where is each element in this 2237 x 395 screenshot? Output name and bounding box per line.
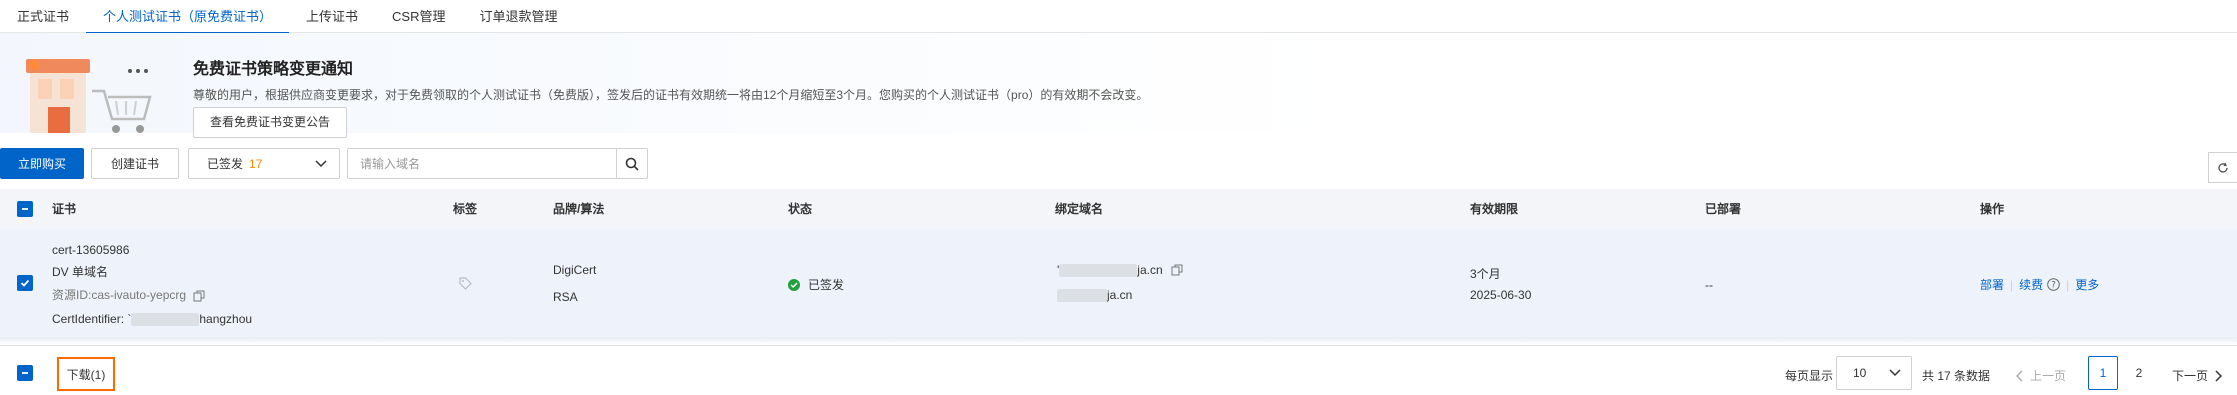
redacted-block [1059, 263, 1138, 277]
header-cert: 证书 [52, 202, 77, 216]
status-text: 已签发 [808, 278, 845, 292]
tab-personal-test-certs[interactable]: 个人测试证书（原免费证书） [86, 0, 290, 34]
more-link[interactable]: 更多 [2075, 276, 2099, 293]
search-button[interactable] [616, 149, 647, 178]
notice-text: 尊敬的用户，根据供应商变更要求，对于免费领取的个人测试证书（免费版），签发后的证… [193, 88, 1149, 102]
algorithm: RSA [553, 290, 578, 304]
select-all-checkbox[interactable] [17, 201, 33, 217]
brand: DigiCert [553, 263, 597, 277]
page-2-button[interactable]: 2 [2124, 356, 2154, 390]
table-header: 证书 标签 品牌/算法 状态 绑定域名 有效期限 已部署 操作 [0, 189, 2237, 229]
redacted-block [1057, 288, 1107, 302]
domain-search [347, 148, 648, 179]
minus-icon [22, 372, 28, 374]
status-filter-label: 已签发 [207, 157, 244, 171]
chevron-down-icon [1889, 369, 1901, 377]
view-notice-button[interactable]: 查看免费证书变更公告 [193, 107, 348, 138]
copy-icon[interactable] [193, 290, 205, 302]
header-validity: 有效期限 [1470, 202, 1519, 216]
resource-id: 资源ID:cas-ivauto-yepcrg [52, 288, 187, 302]
renew-link[interactable]: 续费 [2019, 276, 2043, 293]
success-icon [788, 278, 800, 291]
header-deployed: 已部署 [1705, 202, 1742, 216]
tab-upload-certs[interactable]: 上传证书 [289, 0, 375, 33]
tab-formal-certs[interactable]: 正式证书 [0, 0, 86, 33]
redacted-block [131, 313, 200, 327]
create-cert-button[interactable]: 创建证书 [91, 148, 179, 179]
header-brand: 品牌/算法 [553, 202, 605, 216]
page-size-label: 每页显示 [1785, 369, 1834, 383]
download-button[interactable]: 下载(1) [57, 357, 115, 391]
header-domain: 绑定域名 [1055, 202, 1104, 216]
table-row[interactable]: cert-13605986 DV 单域名 资源ID:cas-ivauto-yep… [0, 229, 2237, 337]
copy-icon[interactable] [1171, 264, 1183, 276]
buy-now-button[interactable]: 立即购买 [0, 148, 84, 179]
header-actions: 操作 [1980, 202, 2005, 216]
tab-csr-management[interactable]: CSR管理 [375, 0, 462, 33]
validity-period: 3个月 [1470, 267, 1501, 281]
cert-identifier-prefix: CertIdentifier: ` [52, 312, 132, 326]
next-page-button[interactable]: 下一页 [2172, 367, 2223, 384]
deployed-value: -- [1705, 278, 1713, 292]
page-size-value: 10 [1853, 366, 1867, 380]
cert-type: DV 单域名 [52, 265, 109, 279]
tab-bar: 正式证书 个人测试证书（原免费证书） 上传证书 CSR管理 订单退款管理 [0, 0, 2237, 34]
notice-title: 免费证书策略变更通知 [193, 61, 354, 78]
cert-identifier-suffix: hangzhou [199, 312, 253, 326]
footer-select-all-checkbox[interactable] [17, 365, 33, 381]
refresh-button[interactable] [2208, 152, 2237, 183]
minus-icon [22, 208, 28, 210]
chevron-down-icon [315, 159, 327, 167]
validity-date: 2025-06-30 [1470, 288, 1532, 302]
page-1-button[interactable]: 1 [2088, 356, 2118, 390]
tag-icon[interactable] [459, 277, 472, 290]
domain-suffix-2: ja.cn [1107, 288, 1133, 302]
total-count: 共 17 条数据 [1922, 369, 1991, 383]
deploy-link[interactable]: 部署 [1980, 276, 2004, 293]
cert-name: cert-13605986 [52, 243, 130, 257]
page-size-select[interactable]: 10 [1836, 356, 1912, 390]
prev-page-button[interactable]: 上一页 [2016, 367, 2066, 384]
check-icon [20, 279, 30, 287]
status-filter-select[interactable]: 已签发 17 [188, 148, 340, 179]
chevron-right-icon [2215, 369, 2223, 382]
search-icon [625, 157, 639, 171]
help-icon[interactable]: ? [2047, 278, 2060, 291]
chevron-left-icon [2016, 369, 2023, 382]
row-checkbox[interactable] [17, 275, 33, 291]
refresh-icon [2218, 162, 2228, 173]
svg-text:?: ? [2051, 281, 2056, 291]
tab-order-refund[interactable]: 订单退款管理 [463, 0, 575, 33]
status-filter-count: 17 [249, 157, 263, 171]
next-page-label: 下一页 [2172, 369, 2209, 383]
prev-page-label: 上一页 [2030, 369, 2067, 383]
header-status: 状态 [788, 202, 813, 216]
domain-suffix: ja.cn [1137, 263, 1163, 277]
shop-illustration-icon [26, 59, 152, 133]
domain-search-input[interactable] [348, 149, 616, 178]
header-tag: 标签 [453, 202, 478, 216]
